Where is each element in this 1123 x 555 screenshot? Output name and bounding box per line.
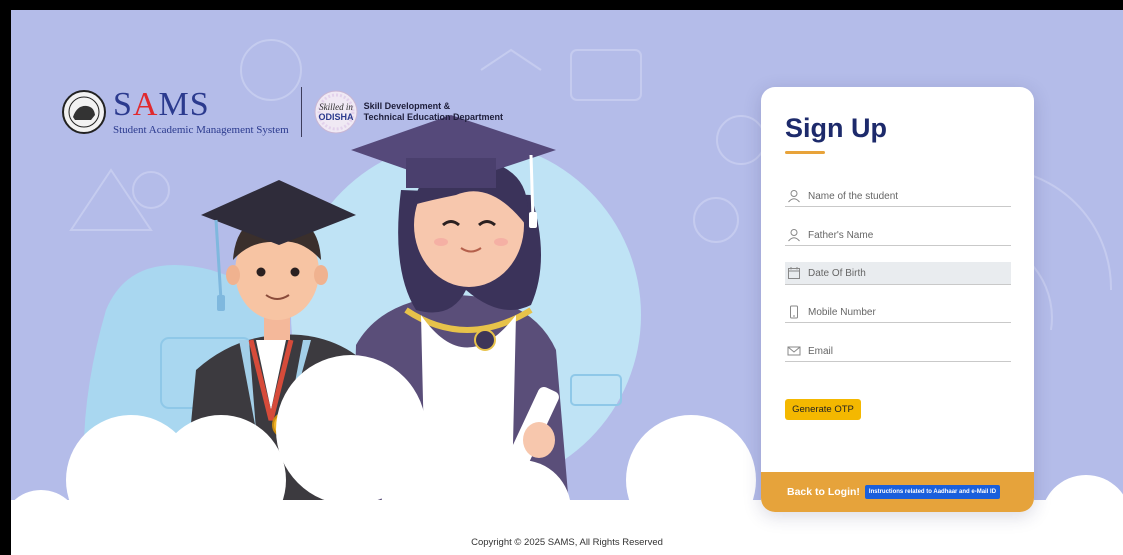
mobile-icon: [790, 305, 798, 319]
page-frame: SAMS Student Academic Management System …: [11, 10, 1123, 555]
logo-divider: [300, 87, 302, 137]
email-input[interactable]: [808, 345, 998, 357]
envelope-icon: [787, 346, 801, 356]
title-underline: [785, 151, 825, 154]
svg-text:ODISHA: ODISHA: [318, 112, 354, 122]
signup-card: Sign Up Generate OTP Back to Login! Inst…: [761, 87, 1034, 512]
department-line-2: Technical Education Department: [363, 112, 504, 122]
card-footer: Back to Login! Instructions related to A…: [761, 472, 1034, 512]
department-name: Skill Development & Technical Education …: [364, 101, 503, 123]
generate-otp-button[interactable]: Generate OTP: [785, 399, 861, 420]
sams-title-s: S: [113, 86, 133, 123]
mobile-number-field[interactable]: [785, 302, 1011, 323]
skilled-in-odisha-logo-icon: Skilled in ODISHA: [314, 90, 358, 134]
sams-title-a: A: [132, 86, 159, 123]
sams-subtitle: Student Academic Management System: [113, 124, 289, 136]
mobile-number-input[interactable]: [808, 306, 998, 318]
sams-title-ms: MS: [158, 86, 210, 123]
copyright-text: Copyright © 2025 SAMS, All Rights Reserv…: [471, 537, 663, 548]
father-name-input[interactable]: [808, 229, 998, 241]
svg-text:Skilled in: Skilled in: [319, 102, 353, 112]
sams-logo: SAMS Student Academic Management System: [113, 88, 289, 137]
father-name-field[interactable]: [785, 225, 1011, 246]
aadhaar-email-instructions-button[interactable]: Instructions related to Aadhaar and e-Ma…: [864, 485, 1001, 499]
student-name-field[interactable]: [785, 186, 1011, 207]
calendar-icon: [788, 267, 800, 279]
back-to-login-link[interactable]: Back to Login!: [787, 486, 860, 498]
date-of-birth-input[interactable]: [808, 267, 998, 279]
user-icon: [788, 229, 800, 242]
department-line-1: Skill Development &: [363, 101, 451, 111]
signup-title: Sign Up: [785, 113, 887, 143]
sams-title: SAMS: [113, 88, 289, 122]
student-name-input[interactable]: [808, 190, 998, 202]
odisha-emblem-icon: [62, 90, 106, 134]
date-of-birth-field[interactable]: [785, 262, 1011, 285]
email-field[interactable]: [785, 341, 1011, 362]
logo-row: SAMS Student Academic Management System …: [61, 82, 503, 142]
user-icon: [788, 190, 800, 203]
